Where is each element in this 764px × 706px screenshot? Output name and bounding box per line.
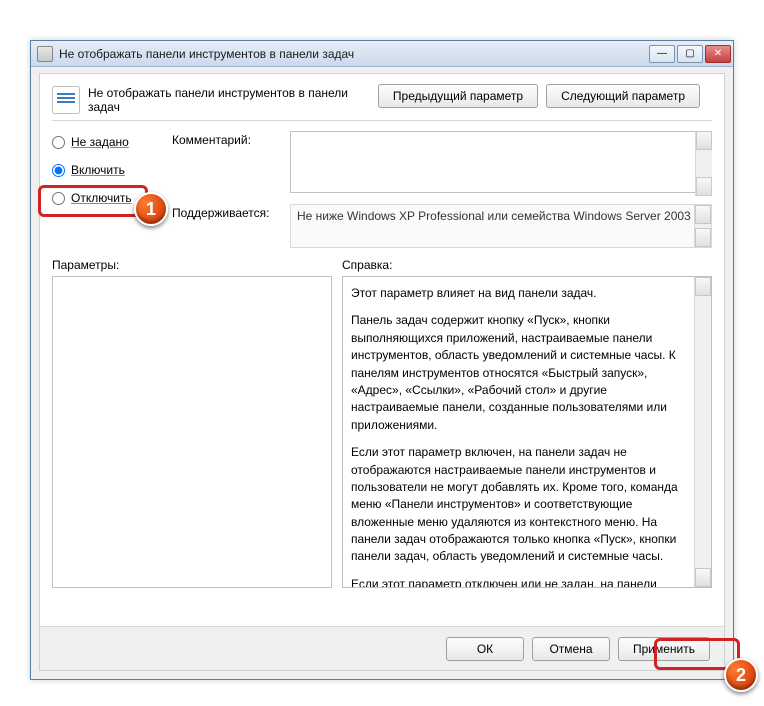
radio-enabled[interactable]: Включить bbox=[52, 163, 162, 177]
supported-label: Поддерживается: bbox=[172, 204, 282, 220]
supported-box: Не ниже Windows XP Professional или семе… bbox=[290, 204, 712, 248]
help-paragraph: Панель задач содержит кнопку «Пуск», кно… bbox=[351, 312, 687, 434]
supported-scrollbar[interactable] bbox=[694, 205, 711, 247]
minimize-button[interactable]: — bbox=[649, 45, 675, 63]
maximize-button[interactable]: ▢ bbox=[677, 45, 703, 63]
supported-value: Не ниже Windows XP Professional или семе… bbox=[297, 209, 691, 223]
ok-button[interactable]: ОК bbox=[446, 637, 524, 661]
policy-window: Не отображать панели инструментов в пане… bbox=[30, 40, 734, 680]
help-label: Справка: bbox=[342, 258, 712, 272]
titlebar[interactable]: Не отображать панели инструментов в пане… bbox=[31, 41, 733, 67]
next-setting-button[interactable]: Следующий параметр bbox=[546, 84, 700, 108]
policy-icon bbox=[52, 86, 80, 114]
comment-textarea[interactable] bbox=[290, 131, 712, 193]
help-box: Этот параметр влияет на вид панели задач… bbox=[342, 276, 712, 588]
close-button[interactable]: ✕ bbox=[705, 45, 731, 63]
comment-scrollbar[interactable] bbox=[695, 131, 712, 196]
radio-enabled-input[interactable] bbox=[52, 164, 65, 177]
policy-title: Не отображать панели инструментов в пане… bbox=[88, 86, 370, 114]
radio-disabled-label: Отключить bbox=[71, 191, 132, 205]
radio-not-configured-input[interactable] bbox=[52, 136, 65, 149]
radio-disabled[interactable]: Отключить bbox=[52, 191, 162, 205]
comment-label: Комментарий: bbox=[172, 131, 282, 147]
radio-disabled-input[interactable] bbox=[52, 192, 65, 205]
apply-button[interactable]: Применить bbox=[618, 637, 710, 661]
options-label: Параметры: bbox=[52, 258, 332, 272]
radio-enabled-label: Включить bbox=[71, 163, 125, 177]
help-paragraph: Если этот параметр отключен или не задан… bbox=[351, 576, 687, 588]
window-icon bbox=[37, 46, 53, 62]
cancel-button[interactable]: Отмена bbox=[532, 637, 610, 661]
help-paragraph: Этот параметр влияет на вид панели задач… bbox=[351, 285, 687, 302]
divider bbox=[52, 120, 712, 121]
radio-not-configured-label: Не задано bbox=[71, 135, 129, 149]
help-scrollbar[interactable] bbox=[694, 277, 711, 587]
radio-not-configured[interactable]: Не задано bbox=[52, 135, 162, 149]
previous-setting-button[interactable]: Предыдущий параметр bbox=[378, 84, 538, 108]
window-title: Не отображать панели инструментов в пане… bbox=[59, 47, 643, 61]
options-box bbox=[52, 276, 332, 588]
footer: ОК Отмена Применить bbox=[40, 626, 724, 670]
help-paragraph: Если этот параметр включен, на панели за… bbox=[351, 444, 687, 566]
content-area: Не отображать панели инструментов в пане… bbox=[39, 73, 725, 671]
